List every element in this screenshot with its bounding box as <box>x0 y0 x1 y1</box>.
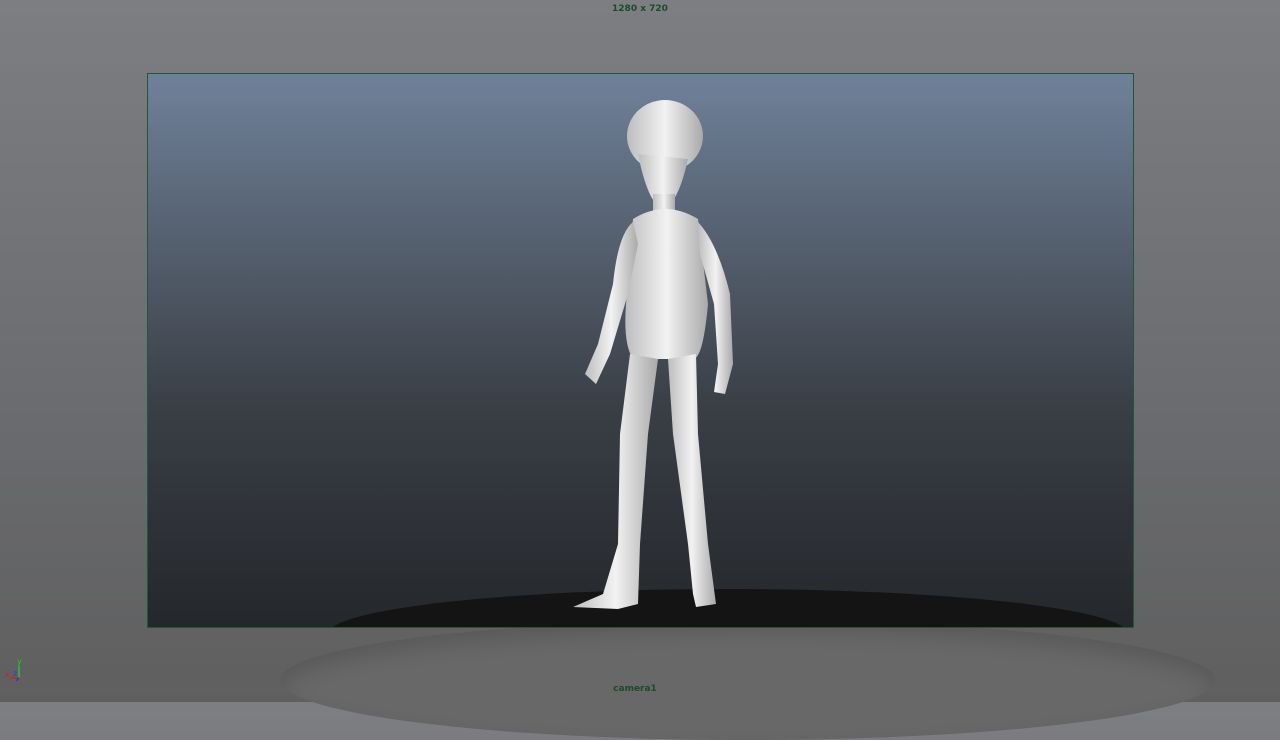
axis-z-label: z <box>13 669 17 678</box>
resolution-gate-viewport[interactable] <box>147 73 1134 628</box>
view-axis-indicator: y x z <box>5 657 22 682</box>
ground-plane <box>280 620 1215 740</box>
resolution-gate-label: 1280 x 720 <box>612 4 668 14</box>
axis-y-label: y <box>17 657 22 666</box>
character-model[interactable] <box>148 74 1133 627</box>
camera-name-label: camera1 <box>613 684 657 694</box>
axis-x-label: x <box>5 670 10 679</box>
